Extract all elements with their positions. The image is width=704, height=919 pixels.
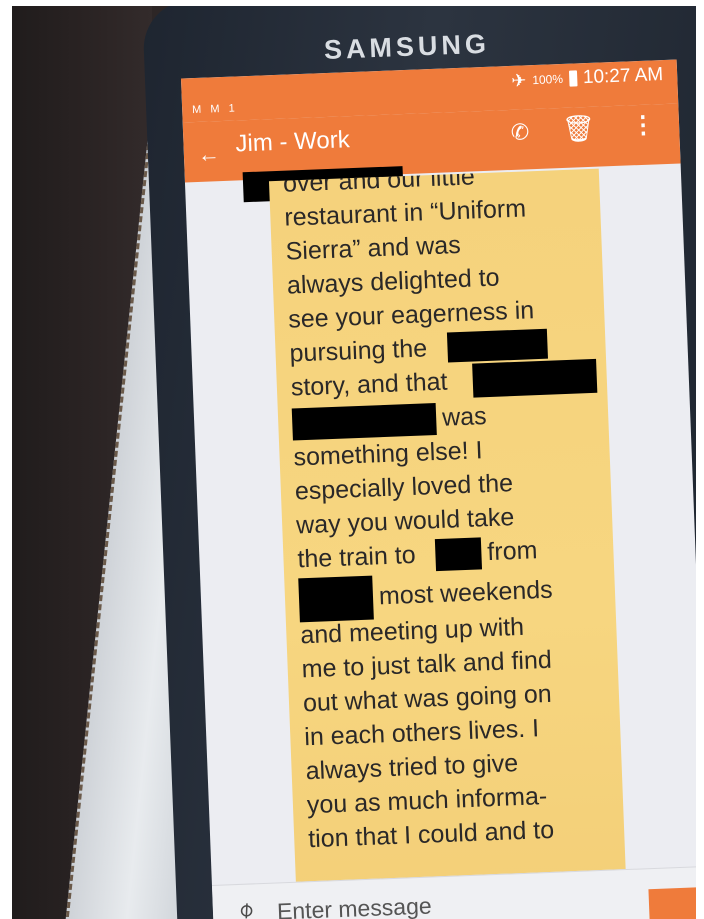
message-line: you as much informa- xyxy=(306,782,548,820)
message-line: most weekends xyxy=(378,575,554,611)
phone-screen: M M 1 ✈ 100% 10:27 AM ← Jim - Work ✆ 🗑 ⋮… xyxy=(180,59,696,919)
send-button[interactable] xyxy=(648,887,696,919)
redaction-bar xyxy=(446,328,548,363)
notification-icons: M M 1 xyxy=(191,102,238,117)
phone-device: SAMSUNG M M 1 ✈ 100% 10:27 AM ← Jim - Wo… xyxy=(142,6,696,919)
message-bubble: over and our little restaurant in “Unifo… xyxy=(268,168,627,911)
message-line: me to just talk and find xyxy=(301,645,553,684)
message-line: see your eagerness in xyxy=(287,296,535,334)
message-line: out what was going on xyxy=(302,679,553,718)
airplane-mode-icon: ✈ xyxy=(510,69,527,91)
message-line: always tried to give xyxy=(305,749,519,786)
message-line: the train to xyxy=(296,540,417,574)
message-line: restaurant in “Uniform xyxy=(283,194,527,232)
contact-name: Jim - Work xyxy=(235,126,351,158)
message-line: way you would take xyxy=(295,503,515,540)
message-input[interactable] xyxy=(274,886,560,919)
message-line: in each others lives. I xyxy=(303,714,540,752)
message-line: something else! I xyxy=(293,436,483,472)
message-line: was xyxy=(441,402,488,432)
message-line: always delighted to xyxy=(286,263,501,300)
delete-button[interactable]: 🗑 xyxy=(562,113,596,145)
battery-icon xyxy=(568,70,578,87)
more-options-button[interactable]: ⋮ xyxy=(631,110,656,140)
battery-percent: 100% xyxy=(532,71,564,88)
status-time: 10:27 AM xyxy=(582,64,664,89)
redaction-bar xyxy=(434,537,483,572)
message-line: Sierra” and was xyxy=(285,230,462,266)
photo: SAMSUNG M M 1 ✈ 100% 10:27 AM ← Jim - Wo… xyxy=(12,6,696,919)
message-line: tion that I could and to xyxy=(307,815,555,854)
message-line: story, and that xyxy=(290,367,448,402)
redaction-bar xyxy=(298,575,374,623)
back-arrow-icon[interactable]: ← xyxy=(197,141,220,168)
attachment-icon[interactable]: ⌀ xyxy=(232,896,259,919)
status-indicators: ✈ 100% 10:27 AM xyxy=(511,64,664,92)
message-line: from xyxy=(486,536,538,567)
phone-brand-logo: SAMSUNG xyxy=(323,28,491,66)
message-line: especially loved the xyxy=(294,469,514,506)
call-button[interactable]: ✆ xyxy=(510,119,529,146)
redaction-bar xyxy=(291,403,437,441)
redaction-bar xyxy=(472,358,598,398)
message-line: pursuing the xyxy=(289,334,428,368)
